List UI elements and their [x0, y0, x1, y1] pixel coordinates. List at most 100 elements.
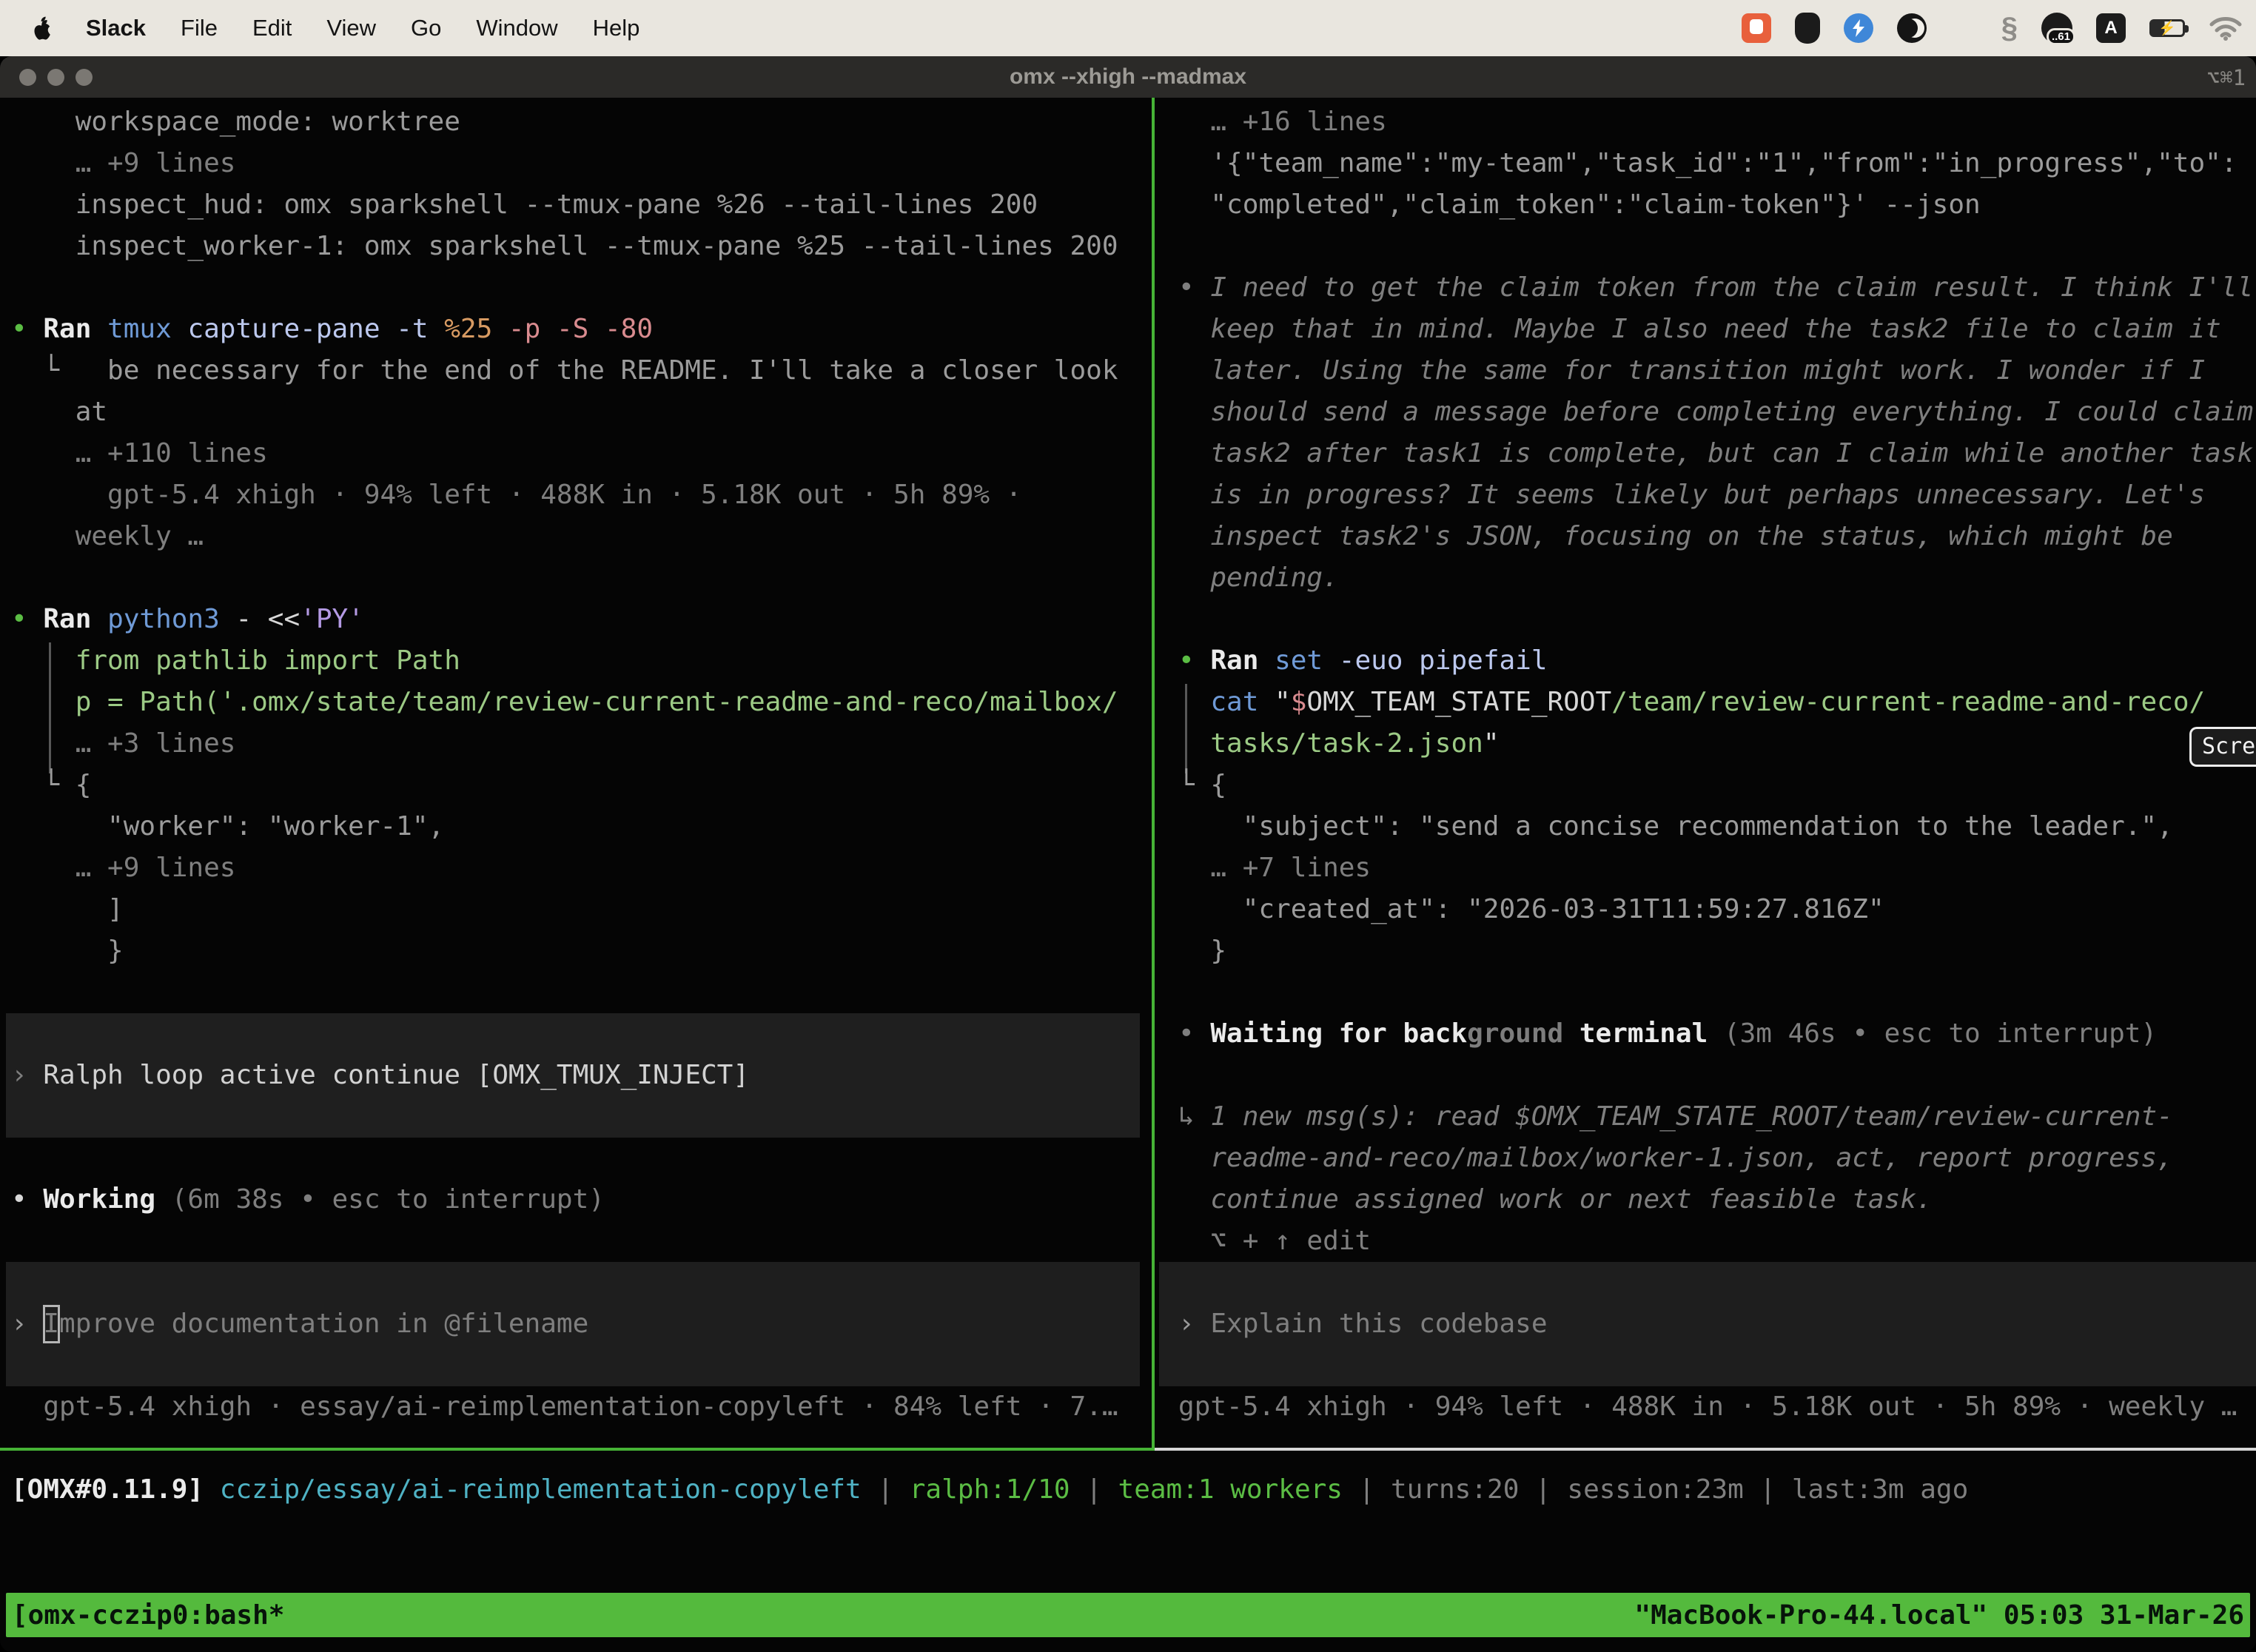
- terminal-line: at: [11, 392, 1151, 433]
- menu-item-file[interactable]: File: [181, 15, 218, 41]
- chat-icon[interactable]: [1742, 13, 1771, 43]
- terminal-line: "completed","claim_token":"claim-token"}…: [1178, 184, 2256, 226]
- menu-item-view[interactable]: View: [326, 15, 376, 41]
- terminal-line: [11, 1096, 1151, 1138]
- terminal-line: cat "$OMX_TEAM_STATE_ROOT/team/review-cu…: [1178, 682, 2256, 723]
- menu-item-window[interactable]: Window: [476, 15, 557, 41]
- tmux-session-label: [omx-cczip0:bash*: [12, 1600, 284, 1631]
- terminal-line: continue assigned work or next feasible …: [1178, 1179, 2256, 1220]
- terminal-line: gpt-5.4 xhigh · 94% left · 488K in · 5.1…: [1178, 1386, 2256, 1428]
- terminal-line: › Ralph loop active continue [OMX_TMUX_I…: [11, 1055, 1151, 1096]
- terminal-line: … +110 lines: [11, 433, 1151, 474]
- terminal-line: [1178, 1262, 2256, 1303]
- terminal-line: workspace_mode: worktree: [11, 101, 1151, 143]
- menu-status-icons: § ..61 A ⚡: [1742, 0, 2243, 56]
- right-pane-bottom-border: [1155, 1448, 2256, 1451]
- tmux-host-clock: "MacBook-Pro-44.local" 05:03 31-Mar-26: [1634, 1600, 2244, 1631]
- terminal-line: [11, 1138, 1151, 1179]
- terminal-line: pending.: [1178, 557, 2256, 599]
- menu-item-go[interactable]: Go: [411, 15, 441, 41]
- battery-charging-icon[interactable]: ⚡: [2149, 19, 2185, 37]
- shield-grid-icon[interactable]: [1795, 13, 1820, 44]
- terminal-line: › Improve documentation in @filename: [11, 1303, 1151, 1345]
- terminal-line: tasks/task-2.json": [1178, 723, 2256, 765]
- terminal-line: is in progress? It seems likely but perh…: [1178, 474, 2256, 516]
- terminal-line: ]: [11, 889, 1151, 930]
- terminal-line: [11, 972, 1151, 1013]
- terminal-line: gpt-5.4 xhigh · essay/ai-reimplementatio…: [11, 1386, 1151, 1428]
- terminal-line: [11, 557, 1151, 599]
- tmux-status-bar: [omx-cczip0:bash* "MacBook-Pro-44.local"…: [6, 1593, 2250, 1637]
- window-shortcut: ⌥⌘1: [2207, 56, 2246, 98]
- speedtest-icon[interactable]: [1844, 13, 1873, 43]
- terminal-line: [1178, 599, 2256, 640]
- terminal-line: [1178, 1055, 2256, 1096]
- terminal-line: [1178, 1345, 2256, 1386]
- dots-grid-icon[interactable]: [1950, 15, 1978, 42]
- terminal-line: gpt-5.4 xhigh · 94% left · 488K in · 5.1…: [11, 474, 1151, 516]
- apple-menu-icon[interactable]: [31, 16, 53, 41]
- terminal-line: [11, 1262, 1151, 1303]
- moon-icon[interactable]: [1897, 13, 1927, 43]
- terminal-line: › Explain this codebase: [1178, 1303, 2256, 1345]
- terminal-line: }: [11, 930, 1151, 972]
- terminal-line: keep that in mind. Maybe I also need the…: [1178, 309, 2256, 350]
- terminal-line: p = Path('.omx/state/team/review-current…: [11, 682, 1151, 723]
- terminal-line: [1178, 226, 2256, 267]
- badge-count: ..61: [2047, 28, 2075, 45]
- terminal-line: [11, 1345, 1151, 1386]
- terminal-line: … +9 lines: [11, 847, 1151, 889]
- terminal-line: ⌥ + ↑ edit: [1178, 1220, 2256, 1262]
- terminal-line: task2 after task1 is complete, but can I…: [1178, 433, 2256, 474]
- menu-bar: Slack File Edit View Go Window Help § ..61 A …: [0, 0, 2256, 56]
- terminal-line: inspect_hud: omx sparkshell --tmux-pane …: [11, 184, 1151, 226]
- terminal-line: • Ran tmux capture-pane -t %25 -p -S -80: [11, 309, 1151, 350]
- terminal-line: • I need to get the claim token from the…: [1178, 267, 2256, 309]
- terminal-line: … +3 lines: [11, 723, 1151, 765]
- right-pane-terminal[interactable]: … +16 lines '{"team_name":"my-team","tas…: [1178, 101, 2256, 1428]
- menu-item-help[interactable]: Help: [593, 15, 640, 41]
- terminal-line: later. Using the same for transition mig…: [1178, 350, 2256, 392]
- terminal-line: [1178, 972, 2256, 1013]
- terminal-line: [11, 1013, 1151, 1055]
- terminal-line: '{"team_name":"my-team","task_id":"1","f…: [1178, 143, 2256, 184]
- terminal-line: "created_at": "2026-03-31T11:59:27.816Z": [1178, 889, 2256, 930]
- screen-tooltip: Scre: [2189, 727, 2256, 767]
- terminal-line: inspect task2's JSON, focusing on the st…: [1178, 516, 2256, 557]
- terminal-line: inspect_worker-1: omx sparkshell --tmux-…: [11, 226, 1151, 267]
- wifi-icon[interactable]: [2209, 16, 2243, 41]
- terminal-line: weekly …: [11, 516, 1151, 557]
- terminal-line: "worker": "worker-1",: [11, 806, 1151, 847]
- window-title-bar: omx --xhigh --madmax ⌥⌘1: [0, 56, 2256, 98]
- terminal-line: • Waiting for background terminal (3m 46…: [1178, 1013, 2256, 1055]
- terminal-line: should send a message before completing …: [1178, 392, 2256, 433]
- battery-bolt-icon: ⚡: [2158, 21, 2176, 36]
- menu-app-name[interactable]: Slack: [86, 15, 146, 41]
- terminal-line: … +7 lines: [1178, 847, 2256, 889]
- omx-status-bar: [OMX#0.11.9] cczip/essay/ai-reimplementa…: [11, 1469, 2246, 1511]
- badge-circle-icon[interactable]: ..61: [2041, 13, 2072, 44]
- terminal-line: from pathlib import Path: [11, 640, 1151, 682]
- window-title: omx --xhigh --madmax: [0, 56, 2256, 98]
- terminal-line: … +16 lines: [1178, 101, 2256, 143]
- terminal-line: └ {: [1178, 765, 2256, 806]
- text-cursor: [43, 1305, 60, 1343]
- terminal-line: • Ran python3 - <<'PY': [11, 599, 1151, 640]
- terminal-line: • Working (6m 38s • esc to interrupt): [11, 1179, 1151, 1220]
- terminal-line: … +9 lines: [11, 143, 1151, 184]
- terminal-line: └ be necessary for the end of the README…: [11, 350, 1151, 392]
- terminal-line: [11, 1220, 1151, 1262]
- terminal-line: • Ran set -euo pipefail: [1178, 640, 2256, 682]
- terminal-line: readme-and-reco/mailbox/worker-1.json, a…: [1178, 1138, 2256, 1179]
- squiggle-icon[interactable]: §: [2001, 12, 2018, 45]
- terminal-line: }: [1178, 930, 2256, 972]
- terminal-line: [11, 267, 1151, 309]
- left-pane-bottom-border: [0, 1448, 1152, 1451]
- terminal-line: [OMX#0.11.9] cczip/essay/ai-reimplementa…: [11, 1469, 2246, 1511]
- terminal-window: omx --xhigh --madmax ⌥⌘1 workspace_mode:…: [0, 56, 2256, 1652]
- pane-divider[interactable]: [1152, 98, 1155, 1451]
- menu-item-edit[interactable]: Edit: [252, 15, 292, 41]
- left-pane-terminal[interactable]: workspace_mode: worktree … +9 lines insp…: [11, 101, 1151, 1428]
- terminal-line: "subject": "send a concise recommendatio…: [1178, 806, 2256, 847]
- keyboard-a-icon[interactable]: A: [2096, 13, 2126, 43]
